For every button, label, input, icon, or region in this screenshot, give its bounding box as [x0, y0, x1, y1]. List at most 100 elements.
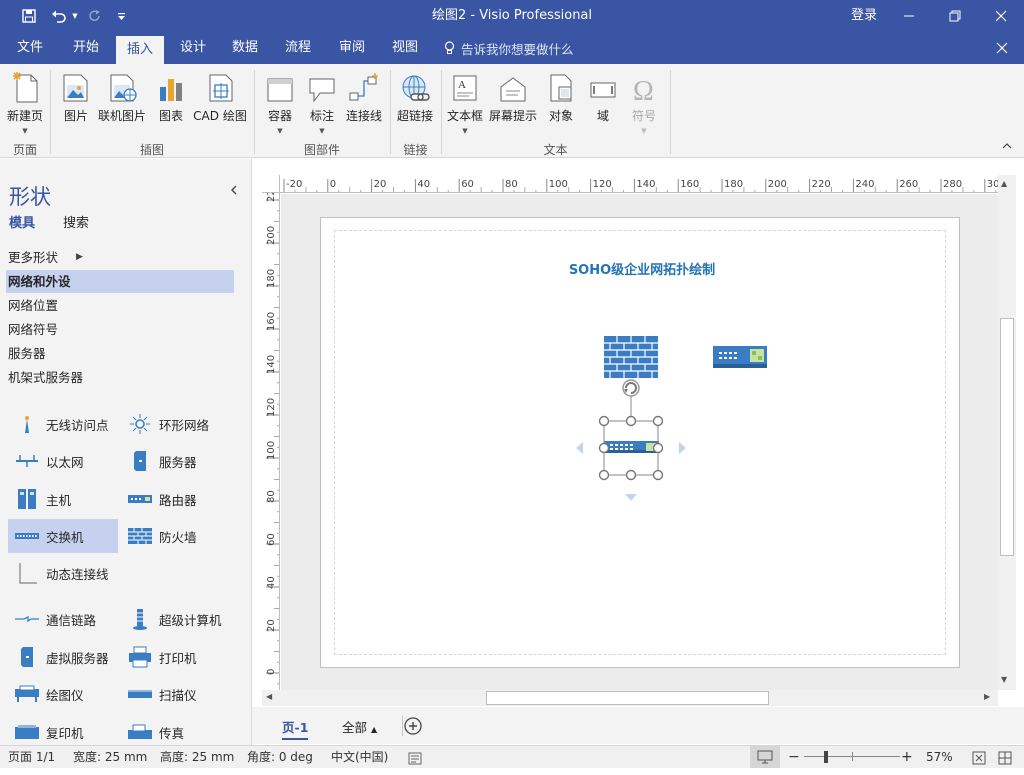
master-firewall[interactable]: 防火墙 — [121, 519, 231, 553]
shapes-title: 形状 — [9, 185, 51, 209]
master-printer[interactable]: 打印机 — [121, 640, 231, 674]
stencil-network-locations[interactable]: 网络位置 — [6, 294, 234, 317]
master-ethernet[interactable]: 以太网 — [8, 444, 118, 478]
all-pages-button[interactable]: 全部 ▲ — [342, 717, 377, 736]
presentation-mode-button[interactable] — [750, 746, 780, 768]
new-page-button[interactable]: 新建页 ▼ — [6, 69, 44, 149]
stencil-network-symbols[interactable]: 网络符号 — [6, 318, 234, 341]
firewall-shape[interactable] — [604, 336, 658, 378]
tab-process[interactable]: 流程 — [275, 32, 321, 64]
tell-me-box[interactable]: 告诉我你想要做什么 — [444, 32, 574, 64]
switch-windows-icon[interactable] — [998, 750, 1012, 772]
auto-connect-down-arrow[interactable] — [625, 494, 637, 501]
master-virtual-server[interactable]: 虚拟服务器 — [8, 640, 118, 674]
stencil-network-peripherals[interactable]: 网络和外设 — [6, 270, 234, 293]
collapse-ribbon-icon[interactable] — [1002, 141, 1012, 152]
new-page-icon — [9, 69, 41, 103]
rotation-handle[interactable] — [622, 379, 640, 397]
macro-record-icon[interactable] — [408, 750, 422, 772]
switch-shape-selected[interactable] — [570, 376, 696, 504]
undo-icon[interactable] — [48, 0, 70, 32]
master-scanner[interactable]: 扫描仪 — [121, 677, 231, 711]
master-fax[interactable]: 传真 — [121, 715, 231, 745]
ribbon-tab-bar: 文件 开始 插入 设计 数据 流程 审阅 视图 告诉我你想要做什么 — [0, 32, 1024, 64]
master-wireless-access-point[interactable]: 无线访问点 — [8, 407, 118, 441]
callout-button[interactable]: 标注 ▼ — [306, 69, 338, 149]
chart-button[interactable]: 图表 — [156, 69, 186, 149]
sign-in-link[interactable]: 登录 — [840, 0, 888, 32]
tab-data[interactable]: 数据 — [222, 32, 268, 64]
chevron-down-icon: ▼ — [277, 127, 283, 135]
close-window-icon[interactable] — [978, 0, 1024, 32]
horizontal-scroll-thumb[interactable] — [486, 691, 769, 705]
customize-qat-icon[interactable] — [114, 0, 128, 32]
online-picture-button[interactable]: 联机图片 — [96, 69, 148, 149]
master-switch[interactable]: 交换机 — [8, 519, 118, 553]
tab-file[interactable]: 文件 — [8, 32, 52, 64]
close-document-icon[interactable] — [988, 32, 1016, 64]
master-plotter[interactable]: 绘图仪 — [8, 677, 118, 711]
tab-home[interactable]: 开始 — [62, 32, 110, 64]
minimize-icon[interactable] — [886, 0, 932, 32]
master-copier[interactable]: 复印机 — [8, 715, 118, 745]
firewall-icon — [125, 525, 155, 547]
object-button[interactable]: 对象 — [544, 69, 578, 149]
container-button[interactable]: 容器 ▼ — [264, 69, 296, 149]
ruler-label: 100 — [266, 441, 277, 460]
scroll-down-icon[interactable]: ▼ — [1001, 675, 1007, 684]
status-page-number[interactable]: 页面 1/1 — [8, 746, 55, 768]
vertical-scroll-thumb[interactable] — [1000, 318, 1014, 556]
vertical-ruler: 220200180160140120100806040200 — [262, 193, 280, 690]
restore-icon[interactable] — [932, 0, 978, 32]
zoom-slider[interactable] — [804, 746, 900, 768]
zoom-out-icon[interactable]: − — [788, 746, 800, 768]
page-tab-1[interactable]: 页-1 — [282, 717, 309, 740]
horizontal-scrollbar[interactable]: ◀ ▶ — [262, 690, 998, 706]
hyperlink-button[interactable]: 超链接 — [396, 69, 434, 149]
picture-button[interactable]: 图片 — [58, 69, 94, 149]
scroll-up-icon[interactable]: ▲ — [1001, 179, 1007, 188]
more-shapes[interactable]: 更多形状 ▶ — [6, 246, 234, 269]
master-mainframe[interactable]: 主机 — [8, 482, 118, 516]
scroll-left-icon[interactable]: ◀ — [266, 692, 272, 701]
tab-search[interactable]: 搜索 — [63, 212, 89, 231]
screentip-button[interactable]: 屏幕提示 — [488, 69, 538, 149]
zoom-slider-thumb[interactable] — [824, 751, 828, 763]
master-dynamic-connector[interactable]: 动态连接线 — [8, 556, 158, 590]
tab-review[interactable]: 审阅 — [329, 32, 375, 64]
save-icon[interactable] — [18, 0, 40, 32]
master-ring-network[interactable]: 环形网络 — [121, 407, 231, 441]
status-language[interactable]: 中文(中国) — [331, 746, 388, 768]
master-server[interactable]: 服务器 — [121, 444, 231, 478]
fit-page-icon[interactable] — [972, 750, 986, 772]
horizontal-ruler: -20 0 20 40 60 80 100 120 140 160 180 200 220 240 260 2… — [262, 175, 998, 193]
add-page-icon[interactable] — [404, 717, 422, 738]
text-box-button[interactable]: A 文本框 ▼ — [446, 69, 484, 149]
ruler-label: 60 — [266, 533, 277, 546]
status-angle: 角度: 0 deg — [247, 750, 313, 764]
cad-drawing-button[interactable]: CAD 绘图 — [192, 69, 248, 149]
auto-connect-right-arrow[interactable] — [679, 442, 686, 454]
tab-view[interactable]: 视图 — [382, 32, 428, 64]
collapse-pane-icon[interactable] — [230, 185, 237, 198]
ruler-label: 140 — [266, 355, 277, 374]
zoom-in-icon[interactable]: + — [901, 746, 913, 768]
field-button[interactable]: 域 — [586, 69, 620, 149]
vertical-scrollbar[interactable]: ▲ ▼ — [998, 175, 1016, 690]
master-comm-link[interactable]: 通信链路 — [8, 602, 118, 636]
tab-insert[interactable]: 插入 — [116, 36, 164, 64]
tab-stencils[interactable]: 模具 — [9, 212, 35, 231]
stencil-servers[interactable]: 服务器 — [6, 342, 234, 365]
zoom-level[interactable]: 57% — [926, 746, 953, 768]
connector-button[interactable]: 连接线 — [344, 69, 384, 149]
master-router[interactable]: 路由器 — [121, 482, 231, 516]
diagram-title[interactable]: SOHO级企业网拓扑绘制 — [500, 259, 784, 278]
stencil-rack-servers[interactable]: 机架式服务器 — [6, 366, 234, 389]
tab-design[interactable]: 设计 — [170, 32, 216, 64]
scroll-right-icon[interactable]: ▶ — [984, 692, 990, 701]
undo-dropdown-icon[interactable]: ▼ — [70, 0, 80, 32]
router-shape[interactable] — [712, 345, 768, 369]
ring-network-icon — [125, 413, 155, 435]
master-supercomputer[interactable]: 超级计算机 — [121, 602, 231, 636]
auto-connect-left-arrow[interactable] — [576, 442, 583, 454]
